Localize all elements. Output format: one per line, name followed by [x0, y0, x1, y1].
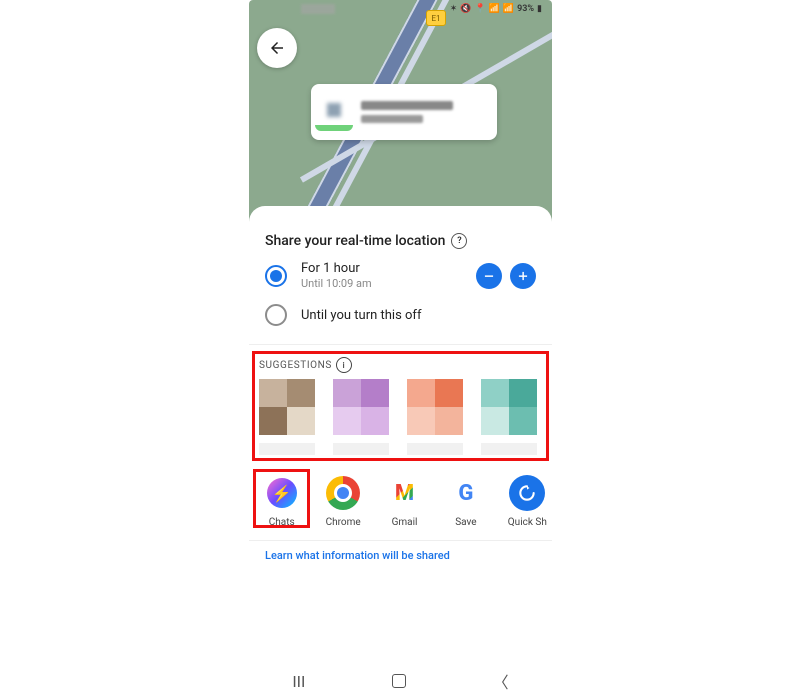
app-label: Quick Sh	[508, 517, 547, 528]
share-title: Share your real-time location	[265, 233, 445, 249]
help-icon[interactable]: ?	[451, 233, 467, 249]
share-section: Share your real-time location ? For 1 ho…	[249, 225, 552, 336]
card-thumbnail	[315, 93, 353, 131]
battery-icon: ▮	[537, 4, 542, 14]
back-button[interactable]	[257, 28, 297, 68]
option-label: Until you turn this off	[301, 308, 536, 323]
battery-text: 93%	[517, 4, 534, 14]
map-view[interactable]: E1 ✶ 🔇 📍 📶 📶 93% ▮	[249, 0, 552, 225]
status-bar: ✶ 🔇 📍 📶 📶 93% ▮	[450, 4, 542, 14]
gmail-icon: M	[387, 475, 423, 511]
option-until-off[interactable]: Until you turn this off	[265, 304, 536, 326]
phone-frame: E1 ✶ 🔇 📍 📶 📶 93% ▮ Share your r	[249, 0, 552, 700]
chrome-icon	[326, 476, 360, 510]
app-label: Save	[455, 517, 476, 528]
back-nav-button[interactable]: 〈	[493, 669, 509, 693]
mute-icon: 🔇	[460, 4, 471, 14]
annotation-box	[253, 469, 310, 528]
option-for-duration[interactable]: For 1 hour Until 10:09 am	[265, 261, 536, 290]
map-route-badge: E1	[426, 10, 446, 26]
app-chrome[interactable]: Chrome	[320, 475, 365, 528]
quickshare-icon	[509, 475, 545, 511]
location-info-card[interactable]	[311, 84, 497, 140]
option-label: For 1 hour	[301, 261, 468, 276]
minus-icon	[482, 269, 496, 283]
vibrate-icon: ✶	[450, 4, 458, 14]
decrease-button[interactable]	[476, 263, 502, 289]
wifi-icon: 📶	[489, 4, 500, 14]
plus-icon	[516, 269, 530, 283]
option-sub: Until 10:09 am	[301, 277, 468, 290]
location-icon: 📍	[474, 4, 485, 14]
app-label: Chrome	[326, 517, 361, 528]
radio-selected[interactable]	[265, 265, 287, 287]
google-icon: G	[448, 475, 484, 511]
app-gmail[interactable]: M Gmail	[382, 475, 427, 528]
divider	[249, 344, 552, 345]
home-button[interactable]	[392, 674, 406, 688]
increase-button[interactable]	[510, 263, 536, 289]
back-arrow-icon	[268, 39, 286, 57]
system-nav-bar: III 〈	[249, 668, 552, 694]
app-quick-share[interactable]: Quick Sh	[505, 475, 550, 528]
card-subtitle-blur	[361, 115, 423, 123]
app-chats[interactable]: ⚡ Chats	[259, 475, 304, 528]
signal-icon: 📶	[503, 4, 514, 14]
share-apps-row: ⚡ Chats Chrome M Gmail G Save Quick Sh	[249, 467, 552, 534]
recents-button[interactable]: III	[292, 672, 305, 691]
suggestions-section: SUGGESTIONS i	[249, 351, 552, 461]
radio-unselected[interactable]	[265, 304, 287, 326]
app-label: Gmail	[392, 517, 418, 528]
sheet-curve	[249, 206, 552, 225]
learn-link[interactable]: Learn what information will be shared	[249, 540, 552, 564]
status-blur	[301, 4, 335, 14]
card-title-blur	[361, 101, 453, 110]
app-save[interactable]: G Save	[443, 475, 488, 528]
